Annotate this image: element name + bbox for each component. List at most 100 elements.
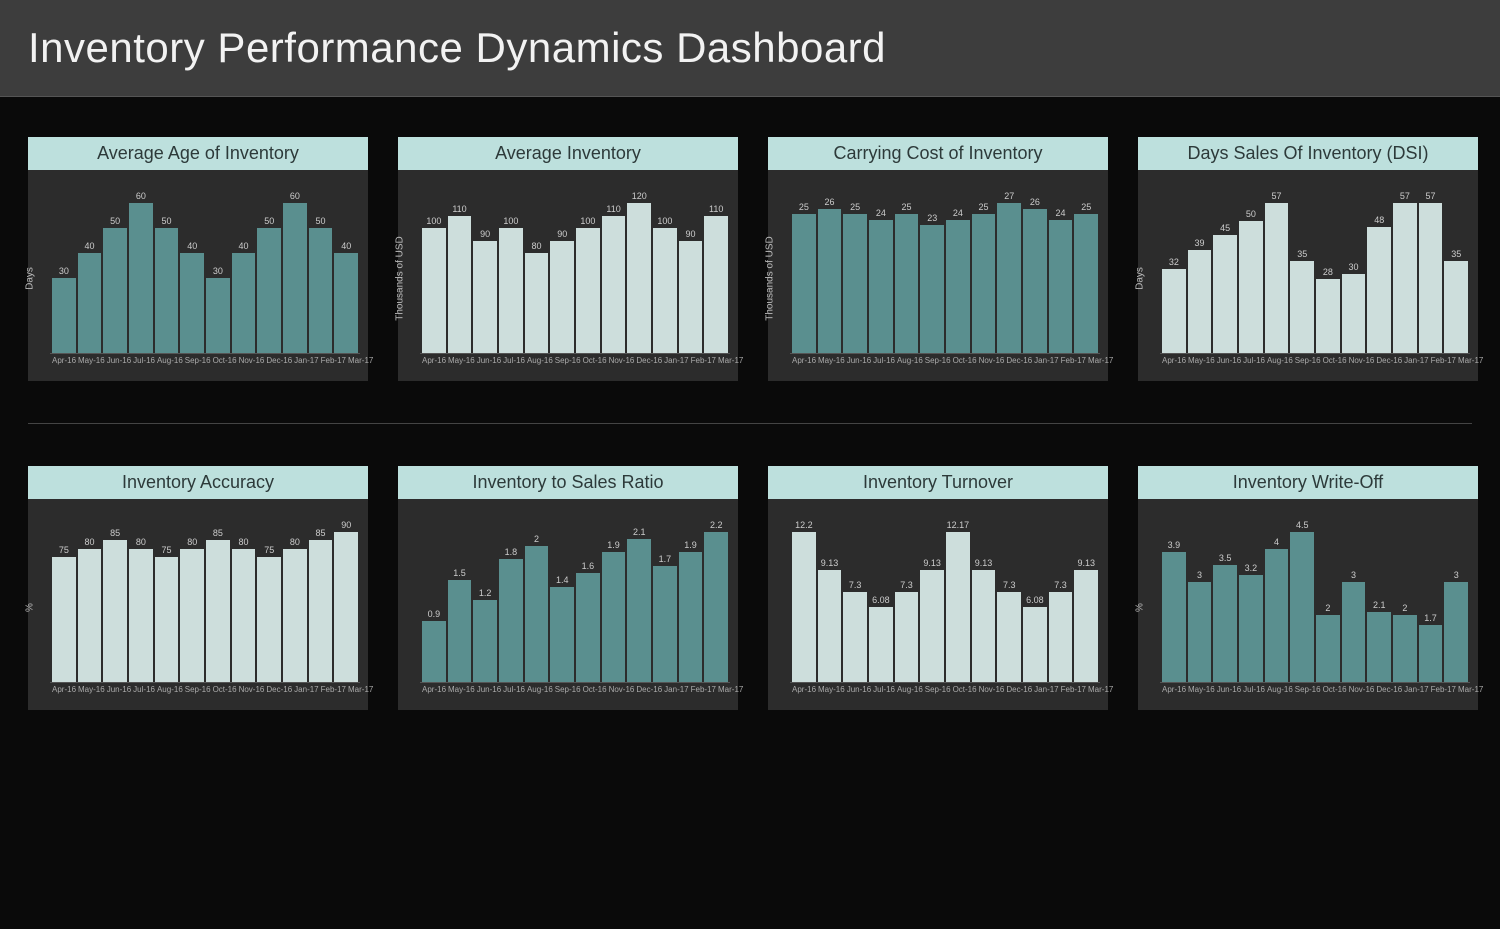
bar-value-label: 30 xyxy=(59,266,69,276)
bar-value-label: 110 xyxy=(452,204,466,214)
x-axis-tick: Oct-16 xyxy=(1323,685,1347,694)
bar-rect xyxy=(972,214,996,353)
bar: 100 xyxy=(499,184,523,353)
bar-value-label: 26 xyxy=(1030,197,1040,207)
bar-value-label: 3.2 xyxy=(1245,563,1258,573)
y-axis-label: Days xyxy=(1135,267,1146,290)
bars-container: 323945505735283048575735 xyxy=(1160,184,1470,354)
bar-value-label: 1.9 xyxy=(607,540,620,550)
bar: 57 xyxy=(1393,184,1417,353)
x-axis-tick: Sep-16 xyxy=(555,356,581,365)
bar: 30 xyxy=(206,184,230,353)
bar-value-label: 1.9 xyxy=(684,540,697,550)
x-axis-tick: Jul-16 xyxy=(133,356,155,365)
bar: 6.08 xyxy=(869,513,893,682)
bar: 12.17 xyxy=(946,513,970,682)
bar-value-label: 25 xyxy=(799,202,809,212)
bar-value-label: 1.8 xyxy=(505,547,518,557)
bar-rect xyxy=(627,203,651,353)
x-axis-tick: Apr-16 xyxy=(792,356,816,365)
bar-rect xyxy=(232,549,256,682)
x-axis-labels: Apr-16May-16Jun-16Jul-16Aug-16Sep-16Oct-… xyxy=(420,683,730,694)
x-axis-tick: Dec-16 xyxy=(1376,685,1402,694)
bar-rect xyxy=(1444,582,1468,682)
bar: 85 xyxy=(103,513,127,682)
x-axis-tick: May-16 xyxy=(448,685,475,694)
bar: 50 xyxy=(309,184,333,353)
bar: 24 xyxy=(869,184,893,353)
chart-area: Days323945505735283048575735Apr-16May-16… xyxy=(1138,170,1478,375)
bars-container: 252625242523242527262425 xyxy=(790,184,1100,354)
x-axis-tick: Sep-16 xyxy=(1295,356,1321,365)
bar: 120 xyxy=(627,184,651,353)
bar: 7.3 xyxy=(895,513,919,682)
x-axis-tick: May-16 xyxy=(448,356,475,365)
bar: 50 xyxy=(155,184,179,353)
bar-rect xyxy=(576,573,600,682)
bars-container: 12.29.137.36.087.39.1312.179.137.36.087.… xyxy=(790,513,1100,683)
bar: 24 xyxy=(946,184,970,353)
chart-title: Days Sales Of Inventory (DSI) xyxy=(1138,137,1478,170)
bar: 3.9 xyxy=(1162,513,1186,682)
bar-rect xyxy=(129,203,153,353)
bar-rect xyxy=(52,557,76,682)
bar-value-label: 9.13 xyxy=(1077,558,1095,568)
bar-value-label: 1.7 xyxy=(1424,613,1437,623)
bar-rect xyxy=(1049,220,1073,353)
x-axis-tick: Sep-16 xyxy=(185,356,211,365)
bar-value-label: 100 xyxy=(426,216,441,226)
bar-value-label: 7.3 xyxy=(900,580,913,590)
chart-row-top: Average Age of InventoryDays304050605040… xyxy=(28,137,1472,381)
bar-value-label: 60 xyxy=(136,191,146,201)
bar-rect xyxy=(473,241,497,354)
bar-value-label: 80 xyxy=(239,537,249,547)
bar-rect xyxy=(155,228,179,353)
chart-area: %3.933.53.244.5232.121.73Apr-16May-16Jun… xyxy=(1138,499,1478,704)
x-axis-tick: Feb-17 xyxy=(321,685,346,694)
bar: 9.13 xyxy=(818,513,842,682)
bar-value-label: 85 xyxy=(110,528,120,538)
x-axis-tick: May-16 xyxy=(78,356,105,365)
bar-value-label: 48 xyxy=(1374,215,1384,225)
bar-rect xyxy=(257,228,281,353)
bar-rect xyxy=(1213,565,1237,682)
bar-rect xyxy=(1188,582,1212,682)
bar: 90 xyxy=(473,184,497,353)
bar-value-label: 110 xyxy=(606,204,620,214)
bar-rect xyxy=(283,203,307,353)
bar-rect xyxy=(1074,214,1098,353)
x-axis-tick: Jan-17 xyxy=(294,356,318,365)
bar: 1.2 xyxy=(473,513,497,682)
chart-row-bottom: Inventory Accuracy%758085807580858075808… xyxy=(28,466,1472,710)
bar: 35 xyxy=(1290,184,1314,353)
bar-value-label: 9.13 xyxy=(821,558,839,568)
bar-rect xyxy=(997,592,1021,682)
x-axis-tick: Aug-16 xyxy=(527,685,553,694)
bar-value-label: 28 xyxy=(1323,267,1333,277)
bar-rect xyxy=(997,203,1021,353)
bar-value-label: 90 xyxy=(686,229,696,239)
bar-rect xyxy=(1393,203,1417,353)
bar: 110 xyxy=(602,184,626,353)
bar: 6.08 xyxy=(1023,513,1047,682)
bar-value-label: 2.1 xyxy=(633,527,646,537)
x-axis-tick: Sep-16 xyxy=(555,685,581,694)
bar-rect xyxy=(1367,612,1391,682)
bar-value-label: 50 xyxy=(110,216,120,226)
bar: 4.5 xyxy=(1290,513,1314,682)
bar-value-label: 40 xyxy=(85,241,95,251)
bar-value-label: 120 xyxy=(632,191,647,201)
bar-rect xyxy=(257,557,281,682)
bar: 35 xyxy=(1444,184,1468,353)
chart-card-avg-inv: Average InventoryThousands of USD1001109… xyxy=(398,137,738,381)
bar: 57 xyxy=(1419,184,1443,353)
bar-rect xyxy=(499,228,523,353)
bar: 100 xyxy=(422,184,446,353)
chart-card-turnover: Inventory Turnover12.29.137.36.087.39.13… xyxy=(768,466,1108,710)
bar: 2.1 xyxy=(627,513,651,682)
bar: 39 xyxy=(1188,184,1212,353)
bar: 30 xyxy=(52,184,76,353)
bar-value-label: 4 xyxy=(1274,537,1279,547)
bar-value-label: 25 xyxy=(1081,202,1091,212)
bar: 80 xyxy=(283,513,307,682)
